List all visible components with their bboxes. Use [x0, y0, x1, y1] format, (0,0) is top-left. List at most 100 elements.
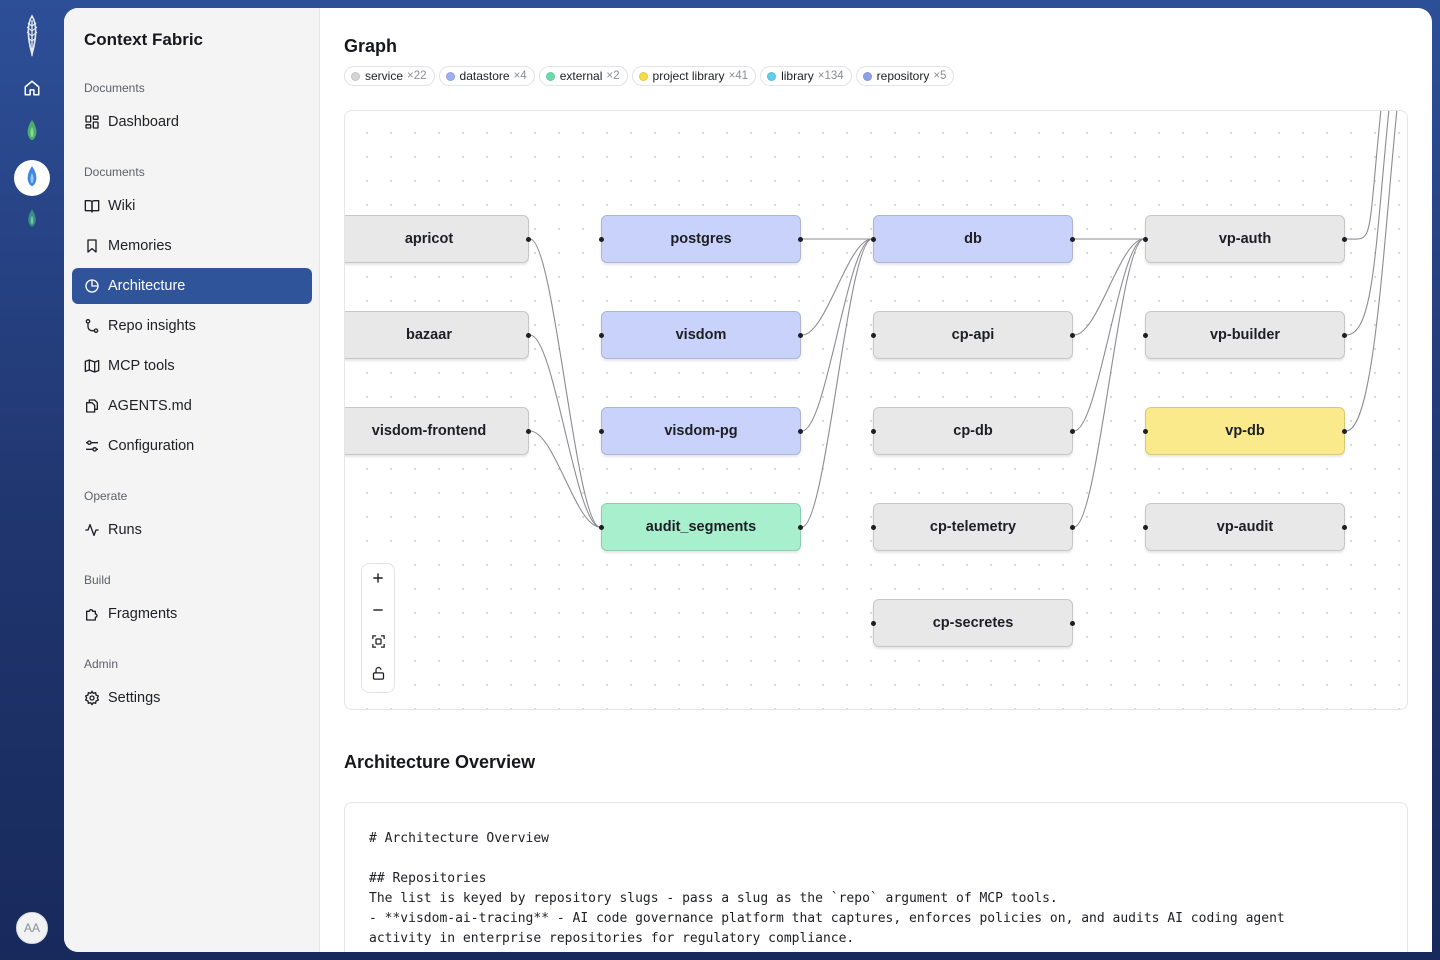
- lock-button[interactable]: [362, 660, 394, 692]
- fit-view-button[interactable]: [362, 628, 394, 660]
- node-output-handle[interactable]: [526, 333, 531, 338]
- graph-node-vp-audit[interactable]: vp-audit: [1143, 503, 1347, 551]
- node-output-handle[interactable]: [526, 429, 531, 434]
- node-input-handle[interactable]: [871, 333, 876, 338]
- node-output-handle[interactable]: [798, 429, 803, 434]
- graph-node-bazaar[interactable]: bazaar: [345, 311, 531, 359]
- graph-node-label: vp-audit: [1216, 519, 1274, 535]
- node-input-handle[interactable]: [871, 621, 876, 626]
- graph-node-label: visdom: [675, 327, 727, 343]
- node-output-handle[interactable]: [1342, 237, 1347, 242]
- nav-item-wiki[interactable]: Wiki: [72, 188, 312, 224]
- nav-item-settings[interactable]: Settings: [72, 680, 312, 716]
- legend-chip-datastore[interactable]: datastore ×4: [438, 66, 535, 86]
- markdown-line: [369, 849, 1383, 869]
- nav-item-label: Fragments: [108, 606, 178, 622]
- graph-node-cp-api[interactable]: cp-api: [871, 311, 1075, 359]
- node-input-handle[interactable]: [599, 525, 604, 530]
- overview-title: Architecture Overview: [344, 752, 536, 772]
- graph-node-vp-builder[interactable]: vp-builder: [1143, 311, 1347, 359]
- graph-node-vp-db[interactable]: vp-db: [1143, 407, 1347, 455]
- node-input-handle[interactable]: [1143, 237, 1148, 242]
- graph-edge: [1345, 111, 1390, 336]
- node-output-handle[interactable]: [1070, 333, 1075, 338]
- node-output-handle[interactable]: [1070, 429, 1075, 434]
- graph-node-label: cp-telemetry: [929, 519, 1017, 535]
- nav-item-memories[interactable]: Memories: [72, 228, 312, 264]
- graph-node-cp-telemetry[interactable]: cp-telemetry: [871, 503, 1075, 551]
- graph-node-vp-auth[interactable]: vp-auth: [1143, 215, 1347, 263]
- sidebar: Context Fabric Documents Dashboard Docum…: [64, 8, 320, 952]
- legend-chip-repository[interactable]: repository ×5: [855, 66, 955, 86]
- graph-node-label: cp-secretes: [932, 615, 1014, 631]
- legend-chip-external[interactable]: external ×2: [538, 66, 628, 86]
- graph-node-audit_segments[interactable]: audit_segments: [599, 503, 803, 551]
- graph-node-label: apricot: [404, 231, 454, 247]
- graph-node-visdom-pg[interactable]: visdom-pg: [599, 407, 803, 455]
- graph-node-db[interactable]: db: [871, 215, 1075, 263]
- graph-node-postgres[interactable]: postgres: [599, 215, 803, 263]
- legend-chip-project-library[interactable]: project library ×41: [631, 66, 757, 86]
- graph-node-visdom-frontend[interactable]: visdom-frontend: [345, 407, 531, 455]
- graph-node-cp-secretes[interactable]: cp-secretes: [871, 599, 1075, 647]
- node-input-handle[interactable]: [871, 429, 876, 434]
- nav-item-fragments[interactable]: Fragments: [72, 596, 312, 632]
- rail-teal-workspace-button[interactable]: [14, 202, 50, 238]
- node-output-handle[interactable]: [1342, 333, 1347, 338]
- rail-green-workspace-button[interactable]: [14, 114, 50, 150]
- graph-node-cp-db[interactable]: cp-db: [871, 407, 1075, 455]
- main-content: Graph service ×22 datastore ×4 external ×2 pro…: [320, 8, 1432, 952]
- nav-item-agents-md[interactable]: AGENTS.md: [72, 388, 312, 424]
- zoom-out-button[interactable]: [362, 596, 394, 628]
- node-input-handle[interactable]: [599, 237, 604, 242]
- nav-item-label: Architecture: [108, 278, 186, 294]
- zoom-in-button[interactable]: [362, 564, 394, 596]
- graph-edge: [1345, 111, 1398, 432]
- dashboard-icon: [84, 114, 100, 130]
- node-output-handle[interactable]: [1342, 429, 1347, 434]
- activity-icon: [84, 522, 100, 538]
- nav-item-architecture[interactable]: Architecture: [72, 268, 312, 304]
- teal-flame-icon: [26, 208, 38, 233]
- legend-chip-library[interactable]: library ×134: [760, 66, 852, 86]
- rail-home-button[interactable]: [14, 72, 50, 108]
- legend-chip-service[interactable]: service ×22: [344, 66, 435, 86]
- gear-icon: [84, 690, 100, 706]
- node-input-handle[interactable]: [1143, 429, 1148, 434]
- nav-item-label: Memories: [108, 238, 172, 254]
- legend-label: external: [559, 69, 603, 83]
- node-input-handle[interactable]: [1143, 525, 1148, 530]
- node-output-handle[interactable]: [798, 333, 803, 338]
- node-input-handle[interactable]: [871, 525, 876, 530]
- unlock-icon: [371, 666, 386, 686]
- node-input-handle[interactable]: [871, 237, 876, 242]
- node-input-handle[interactable]: [1143, 333, 1148, 338]
- graph-node-label: postgres: [670, 231, 732, 247]
- book-icon: [84, 198, 100, 214]
- node-output-handle[interactable]: [798, 237, 803, 242]
- node-output-handle[interactable]: [526, 237, 531, 242]
- graph-canvas[interactable]: apricot bazaar visdom-frontend postgres visd…: [344, 110, 1408, 710]
- nav-item-mcp-tools[interactable]: MCP tools: [72, 348, 312, 384]
- graph-node-visdom[interactable]: visdom: [599, 311, 803, 359]
- node-input-handle[interactable]: [599, 429, 604, 434]
- node-output-handle[interactable]: [798, 525, 803, 530]
- nav-item-repo-insights[interactable]: Repo insights: [72, 308, 312, 344]
- app-title: Context Fabric: [84, 30, 204, 49]
- nav-item-dashboard[interactable]: Dashboard: [72, 104, 312, 140]
- graph-edge: [1073, 238, 1145, 336]
- node-output-handle[interactable]: [1070, 525, 1075, 530]
- node-output-handle[interactable]: [1070, 621, 1075, 626]
- nav-item-runs[interactable]: Runs: [72, 512, 312, 548]
- green-flame-icon: [25, 119, 39, 146]
- graph-node-apricot[interactable]: apricot: [345, 215, 531, 263]
- icon-rail: AA: [0, 0, 64, 960]
- rail-blue-workspace-button[interactable]: [14, 160, 50, 196]
- node-output-handle[interactable]: [1342, 525, 1347, 530]
- minus-icon: [371, 603, 385, 622]
- node-input-handle[interactable]: [599, 333, 604, 338]
- graph-edge: [1073, 238, 1145, 528]
- user-avatar[interactable]: AA: [16, 912, 48, 944]
- node-output-handle[interactable]: [1070, 237, 1075, 242]
- nav-item-configuration[interactable]: Configuration: [72, 428, 312, 464]
